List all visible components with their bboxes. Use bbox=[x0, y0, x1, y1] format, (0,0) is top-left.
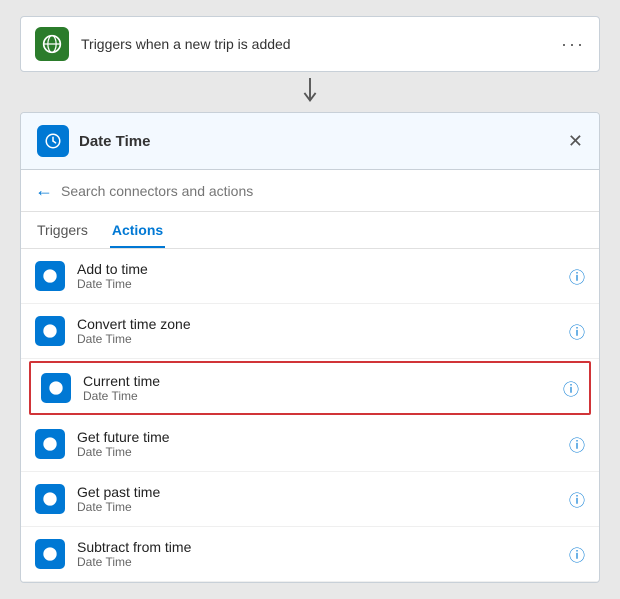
clock-icon-get-past-time bbox=[35, 484, 65, 514]
clock-svg bbox=[42, 436, 58, 452]
action-item-get-future-time[interactable]: Get future timeDate Time ⓘ bbox=[21, 417, 599, 472]
clock-svg bbox=[48, 380, 64, 396]
info-icon-current-time[interactable]: ⓘ bbox=[563, 376, 579, 400]
action-item-convert-time-zone[interactable]: Convert time zoneDate Time ⓘ bbox=[21, 304, 599, 359]
actions-list: Add to timeDate Timeⓘ Convert time zoneD… bbox=[21, 249, 599, 582]
action-subtitle-convert-time-zone: Date Time bbox=[77, 332, 557, 346]
action-subtitle-add-to-time: Date Time bbox=[77, 277, 557, 291]
action-item-current-time[interactable]: Current timeDate Time ⓘ bbox=[29, 361, 591, 415]
info-icon-get-past-time[interactable]: ⓘ bbox=[569, 487, 585, 511]
globe-icon bbox=[42, 34, 62, 54]
panel-header: Date Time ✕ bbox=[21, 113, 599, 170]
search-bar: ← bbox=[21, 170, 599, 212]
trigger-card: Triggers when a new trip is added ··· bbox=[20, 16, 600, 72]
action-name-subtract-from-time: Subtract from time bbox=[77, 539, 557, 555]
info-icon-convert-time-zone[interactable]: ⓘ bbox=[569, 319, 585, 343]
clock-icon-convert-time-zone bbox=[35, 316, 65, 346]
clock-svg bbox=[42, 268, 58, 284]
action-subtitle-get-future-time: Date Time bbox=[77, 445, 557, 459]
action-item-get-past-time[interactable]: Get past timeDate Time ⓘ bbox=[21, 472, 599, 527]
trigger-more-button[interactable]: ··· bbox=[561, 34, 585, 55]
clock-svg bbox=[42, 323, 58, 339]
info-icon-subtract-from-time[interactable]: ⓘ bbox=[569, 542, 585, 566]
connector-arrow bbox=[298, 78, 322, 106]
action-name-get-past-time: Get past time bbox=[77, 484, 557, 500]
trigger-icon bbox=[35, 27, 69, 61]
action-name-get-future-time: Get future time bbox=[77, 429, 557, 445]
action-name-add-to-time: Add to time bbox=[77, 261, 557, 277]
action-name-current-time: Current time bbox=[83, 373, 551, 389]
clock-icon-add-to-time bbox=[35, 261, 65, 291]
action-item-add-to-time[interactable]: Add to timeDate Time ⓘ bbox=[21, 249, 599, 304]
action-item-subtract-from-time[interactable]: Subtract from timeDate Time ⓘ bbox=[21, 527, 599, 582]
clock-icon-get-future-time bbox=[35, 429, 65, 459]
action-name-convert-time-zone: Convert time zone bbox=[77, 316, 557, 332]
tabs-bar: Triggers Actions bbox=[21, 212, 599, 249]
action-subtitle-current-time: Date Time bbox=[83, 389, 551, 403]
search-input[interactable] bbox=[61, 183, 585, 199]
info-icon-add-to-time[interactable]: ⓘ bbox=[569, 264, 585, 288]
clock-svg bbox=[42, 491, 58, 507]
tab-actions[interactable]: Actions bbox=[110, 212, 165, 248]
trigger-label: Triggers when a new trip is added bbox=[81, 36, 549, 52]
panel-header-icon bbox=[37, 125, 69, 157]
close-button[interactable]: ✕ bbox=[568, 132, 583, 150]
clock-svg bbox=[42, 546, 58, 562]
clock-icon-subtract-from-time bbox=[35, 539, 65, 569]
date-time-panel: Date Time ✕ ← Triggers Actions Add to ti… bbox=[20, 112, 600, 583]
tab-triggers[interactable]: Triggers bbox=[35, 212, 90, 248]
action-subtitle-subtract-from-time: Date Time bbox=[77, 555, 557, 569]
panel-title: Date Time bbox=[79, 133, 558, 150]
info-icon-get-future-time[interactable]: ⓘ bbox=[569, 432, 585, 456]
back-arrow-button[interactable]: ← bbox=[35, 180, 53, 201]
action-subtitle-get-past-time: Date Time bbox=[77, 500, 557, 514]
clock-icon-header bbox=[44, 132, 62, 150]
clock-icon-current-time bbox=[41, 373, 71, 403]
